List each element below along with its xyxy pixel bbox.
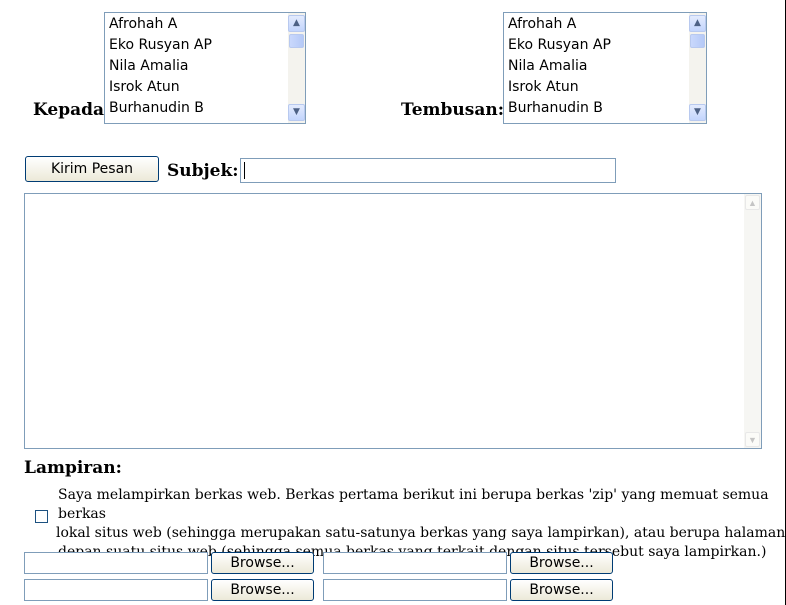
scroll-down-arrow-icon[interactable]: ▼ [288,104,305,121]
list-item[interactable]: Burhanudin B [109,98,212,119]
message-scrollbar[interactable]: ▲ ▼ [744,194,761,448]
file-path-input[interactable] [323,552,507,574]
list-item[interactable]: Afrohah A [109,14,212,35]
recipients-listbox[interactable]: Afrohah A Eko Rusyan AP Nila Amalia Isro… [104,12,306,124]
scroll-down-arrow-icon[interactable]: ▼ [689,104,706,121]
recipients-label: Kepada: [33,100,111,120]
list-item[interactable]: Eko Rusyan AP [109,35,212,56]
scroll-up-arrow-icon[interactable]: ▲ [745,195,760,210]
list-item[interactable]: Afrohah A [508,14,611,35]
file-path-input[interactable] [24,579,208,601]
file-path-input[interactable] [323,579,507,601]
cc-label: Tembusan: [401,100,504,120]
list-item[interactable]: Isrok Atun [508,77,611,98]
cc-listbox[interactable]: Afrohah A Eko Rusyan AP Nila Amalia Isro… [503,12,707,124]
recipients-scrollbar[interactable]: ▲ ▼ [288,13,305,123]
scroll-up-arrow-icon[interactable]: ▲ [288,15,305,32]
send-message-button[interactable]: Kirim Pesan [25,156,159,182]
message-textarea[interactable]: ▲ ▼ [24,193,762,449]
attachments-label: Lampiran: [24,458,122,478]
browse-button[interactable]: Browse... [211,579,314,601]
scroll-thumb[interactable] [289,34,304,48]
scroll-down-arrow-icon[interactable]: ▼ [745,432,760,447]
subject-input[interactable] [240,158,616,183]
browse-button[interactable]: Browse... [211,552,314,574]
scroll-up-arrow-icon[interactable]: ▲ [689,15,706,32]
list-item[interactable]: Nila Amalia [508,56,611,77]
list-item[interactable]: Nila Amalia [109,56,212,77]
subject-label: Subjek: [167,161,239,181]
list-item[interactable]: Isrok Atun [109,77,212,98]
text-caret [244,162,245,179]
file-path-input[interactable] [24,552,208,574]
browse-button[interactable]: Browse... [510,552,613,574]
scroll-thumb[interactable] [690,34,705,48]
browse-button[interactable]: Browse... [510,579,613,601]
list-item[interactable]: Burhanudin B [508,98,611,119]
attachment-checkbox-text: Saya melampirkan berkas web. Berkas pert… [56,487,786,560]
list-item[interactable]: Eko Rusyan AP [508,35,611,56]
cc-scrollbar[interactable]: ▲ ▼ [689,13,706,123]
web-files-checkbox[interactable] [35,510,48,523]
